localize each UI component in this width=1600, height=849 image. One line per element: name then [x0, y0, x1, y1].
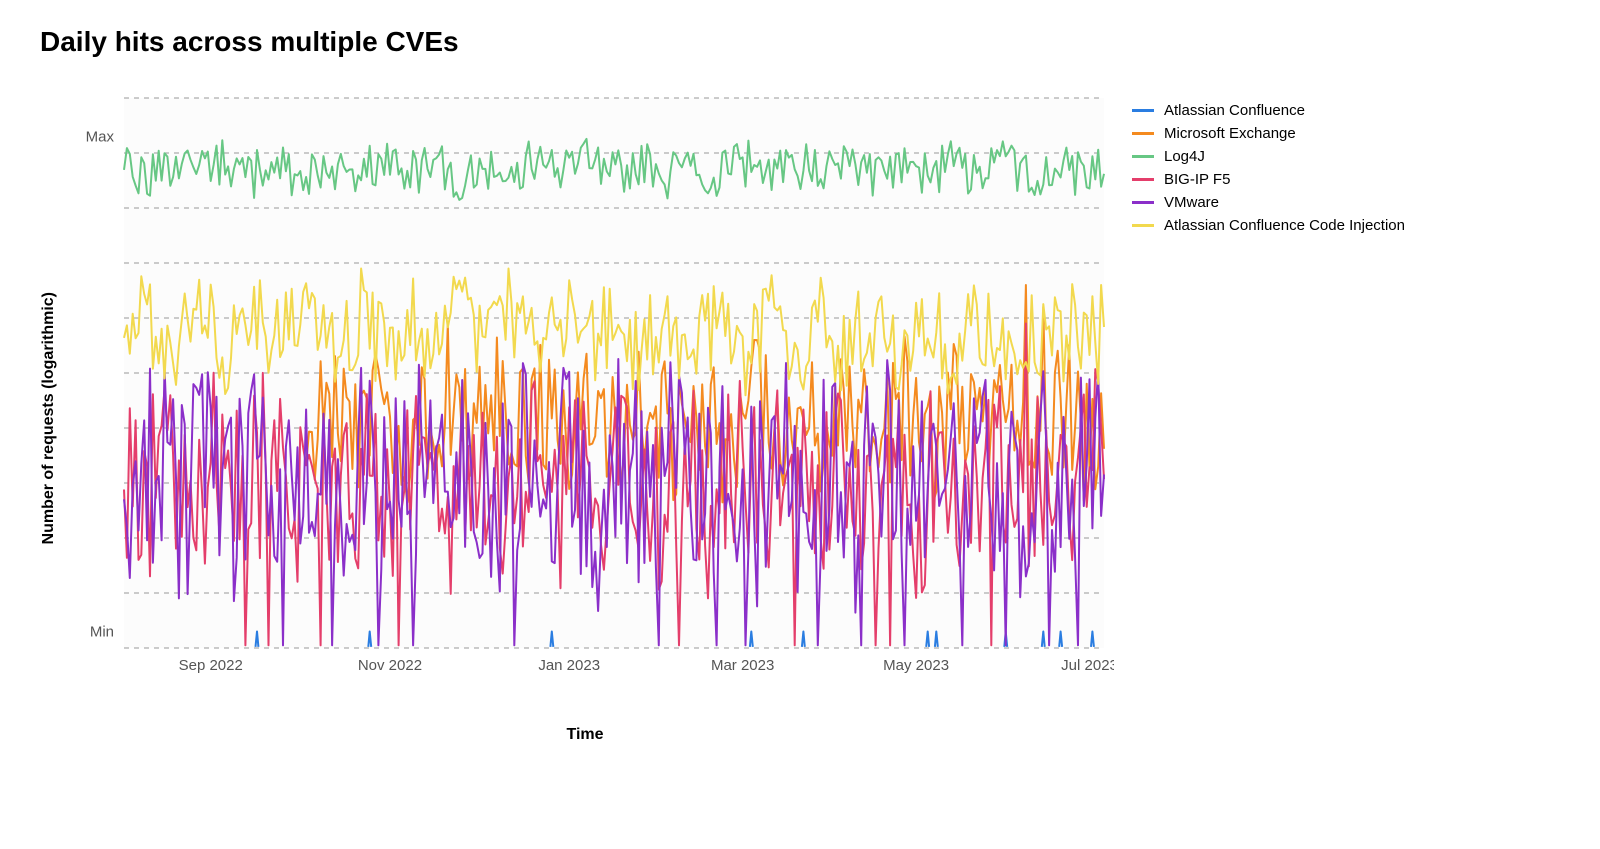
legend-swatch [1132, 178, 1154, 181]
legend-item: Atlassian Confluence Code Injection [1132, 217, 1405, 234]
svg-text:Min: Min [90, 624, 114, 641]
legend-swatch [1132, 201, 1154, 204]
legend-label: Microsoft Exchange [1164, 125, 1296, 142]
svg-text:Mar 2023: Mar 2023 [711, 657, 774, 674]
svg-text:Max: Max [86, 129, 115, 146]
svg-text:Jan 2023: Jan 2023 [538, 657, 600, 674]
legend-item: Microsoft Exchange [1132, 125, 1405, 142]
legend-item: Atlassian Confluence [1132, 102, 1405, 119]
svg-text:Sep 2022: Sep 2022 [179, 657, 243, 674]
legend-swatch [1132, 109, 1154, 112]
legend-label: Atlassian Confluence [1164, 102, 1305, 119]
svg-text:Nov 2022: Nov 2022 [358, 657, 422, 674]
svg-text:May 2023: May 2023 [883, 657, 949, 674]
svg-text:Jul 2023: Jul 2023 [1061, 657, 1114, 674]
legend-label: BIG-IP F5 [1164, 171, 1230, 188]
chart-legend: Atlassian Confluence Microsoft Exchange Lo… [1132, 88, 1405, 240]
legend-item: Log4J [1132, 148, 1405, 165]
legend-item: VMware [1132, 194, 1405, 211]
legend-label: Atlassian Confluence Code Injection [1164, 217, 1405, 234]
legend-item: BIG-IP F5 [1132, 171, 1405, 188]
y-axis-label: Number of requests (logarithmic) [40, 252, 58, 544]
legend-label: Log4J [1164, 148, 1205, 165]
legend-swatch [1132, 155, 1154, 158]
legend-swatch [1132, 224, 1154, 227]
legend-swatch [1132, 132, 1154, 135]
x-axis-label: Time [40, 726, 1130, 744]
legend-label: VMware [1164, 194, 1219, 211]
chart-title: Daily hits across multiple CVEs [40, 26, 1560, 58]
chart-plot: Min Max Sep 2022 Nov 2022 Jan 2023 Mar 2023 Ma… [64, 88, 1114, 708]
